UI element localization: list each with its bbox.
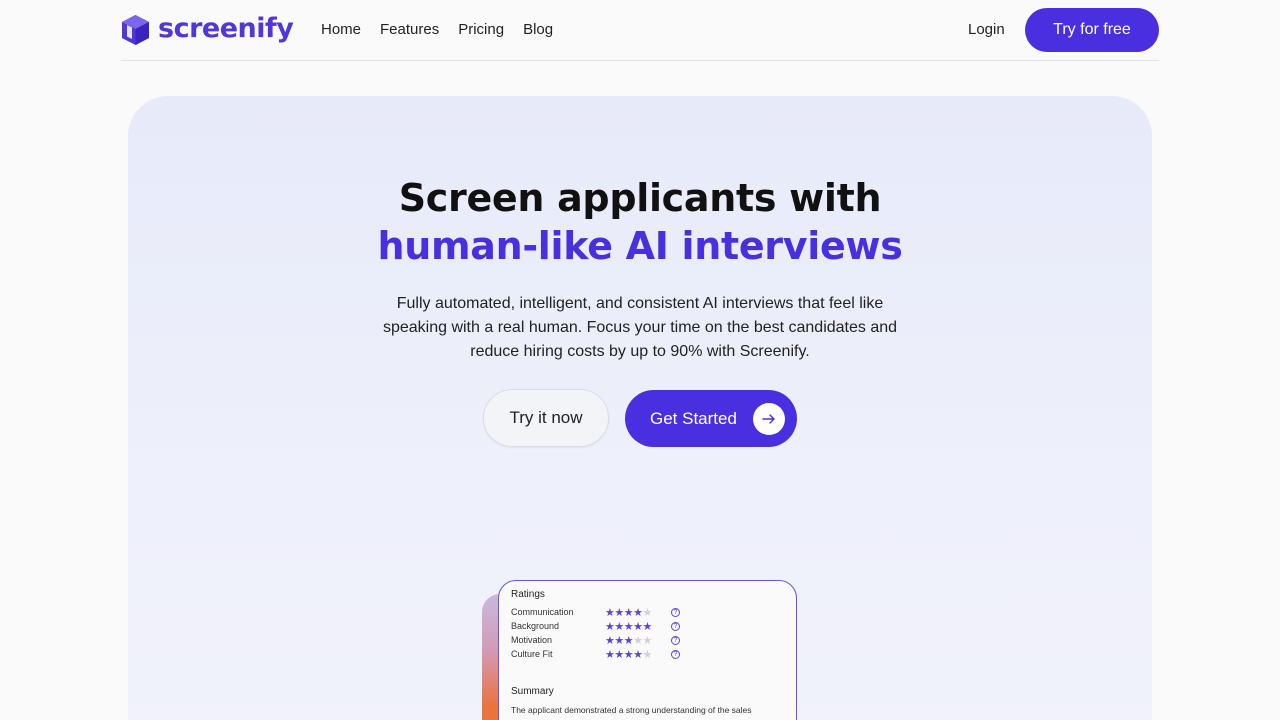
star-rating: ★★★★★ <box>605 634 671 647</box>
rating-label: Background <box>511 621 560 631</box>
rating-row: Culture Fit ★★★★★ ? <box>511 647 680 661</box>
interview-report-card: Ratings Communication ★★★★★ ? Background… <box>498 580 797 720</box>
rating-label: Culture Fit <box>511 649 553 659</box>
rating-row: Background ★★★★★ ? <box>511 619 680 633</box>
star-filled-icon: ★ <box>614 620 624 633</box>
help-icon[interactable]: ? <box>671 649 680 659</box>
star-filled-icon: ★ <box>642 620 653 633</box>
try-for-free-button[interactable]: Try for free <box>1025 8 1159 52</box>
star-empty-icon: ★ <box>642 606 653 619</box>
rating-label: Communication <box>511 607 574 617</box>
try-it-now-button[interactable]: Try it now <box>483 389 609 447</box>
nav-link-pricing[interactable]: Pricing <box>458 20 504 40</box>
star-filled-icon: ★ <box>605 648 615 661</box>
hero-subtext: Fully automated, intelligent, and consis… <box>382 295 898 360</box>
star-filled-icon: ★ <box>623 620 634 633</box>
hero-headline: Screen applicants with human-like AI int… <box>0 174 1280 270</box>
star-filled-icon: ★ <box>605 634 615 647</box>
star-rating: ★★★★★ <box>605 620 671 633</box>
logo[interactable]: screenify <box>121 12 294 48</box>
headline-line-1: Screen applicants with <box>398 176 882 220</box>
help-icon[interactable]: ? <box>671 621 680 631</box>
top-nav: screenify Home Features Pricing Blog Log… <box>121 0 1159 61</box>
star-empty-icon: ★ <box>642 648 653 661</box>
summary-text: The applicant demonstrated a strong unde… <box>511 705 752 715</box>
login-link[interactable]: Login <box>968 20 1005 40</box>
arrow-right-icon <box>753 403 785 435</box>
rating-label: Motivation <box>511 635 553 645</box>
star-filled-icon: ★ <box>633 620 643 633</box>
help-icon[interactable]: ? <box>671 607 680 617</box>
get-started-button[interactable]: Get Started <box>625 390 797 447</box>
star-filled-icon: ★ <box>623 634 634 647</box>
star-filled-icon: ★ <box>623 648 634 661</box>
nav-link-home[interactable]: Home <box>321 20 361 40</box>
star-rating: ★★★★★ <box>605 606 671 619</box>
star-filled-icon: ★ <box>614 648 624 661</box>
star-filled-icon: ★ <box>605 606 615 619</box>
star-filled-icon: ★ <box>633 648 643 661</box>
star-filled-icon: ★ <box>614 634 624 647</box>
nav-links: Home Features Pricing Blog <box>321 20 572 40</box>
nav-link-blog[interactable]: Blog <box>523 20 553 40</box>
brand-name: screenify <box>158 12 294 44</box>
get-started-label: Get Started <box>650 408 737 428</box>
star-filled-icon: ★ <box>605 620 615 633</box>
nav-link-features[interactable]: Features <box>380 20 439 40</box>
rating-row: Communication ★★★★★ ? <box>511 605 680 619</box>
ratings-title: Ratings <box>511 589 545 600</box>
star-filled-icon: ★ <box>633 606 643 619</box>
star-rating: ★★★★★ <box>605 648 671 661</box>
summary-title: Summary <box>511 686 554 697</box>
help-icon[interactable]: ? <box>671 635 680 645</box>
star-empty-icon: ★ <box>633 634 643 647</box>
star-filled-icon: ★ <box>623 606 634 619</box>
cube-logo-icon <box>122 15 149 45</box>
star-filled-icon: ★ <box>614 606 624 619</box>
rating-row: Motivation ★★★★★ ? <box>511 633 680 647</box>
star-empty-icon: ★ <box>642 634 653 647</box>
headline-line-2: human-like AI interviews <box>377 224 903 268</box>
